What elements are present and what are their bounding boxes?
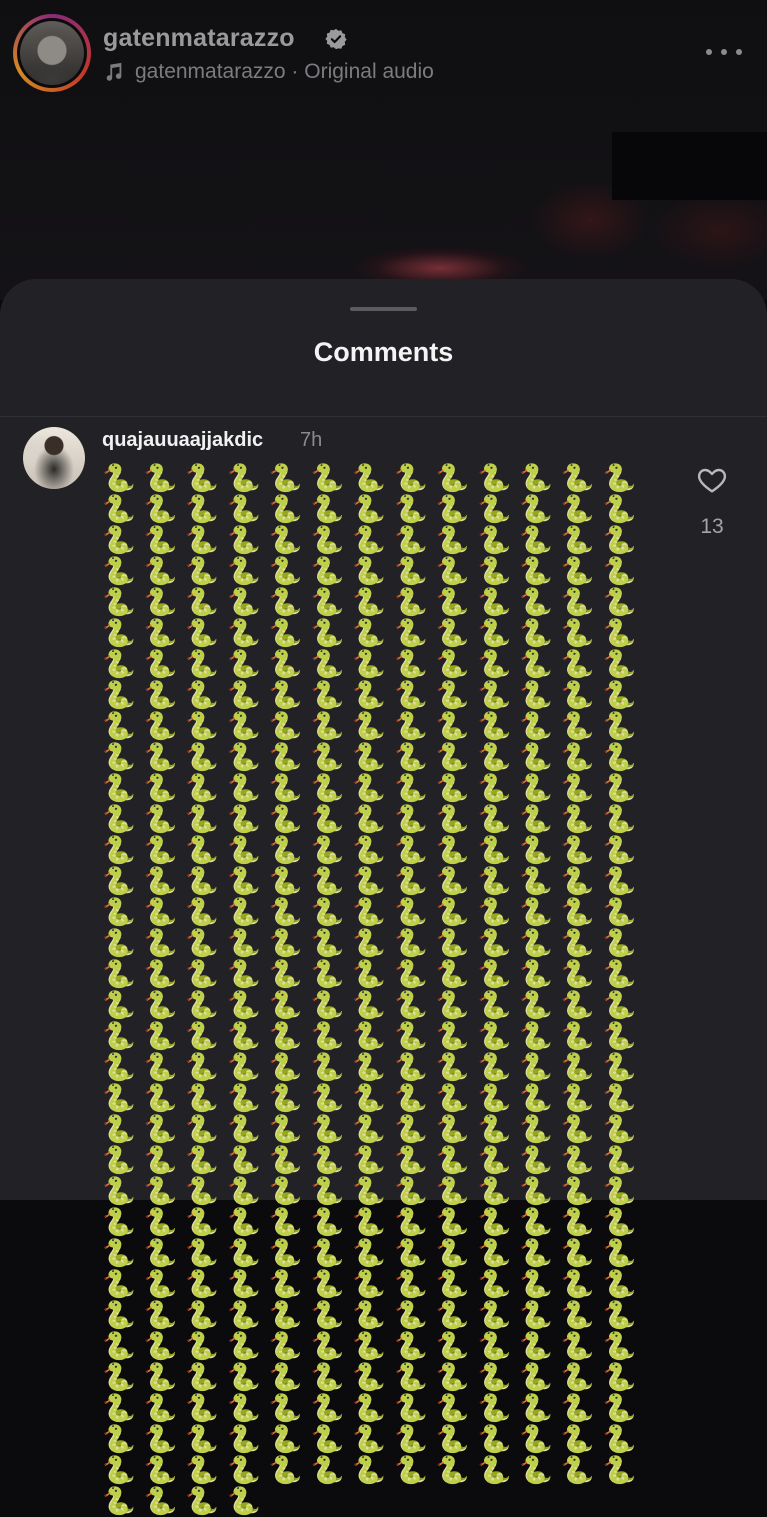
reel-author-avatar[interactable] bbox=[13, 14, 91, 92]
commenter-username[interactable]: quajauuaajjakdic bbox=[102, 429, 263, 452]
verified-badge-icon bbox=[325, 28, 347, 50]
commenter-avatar[interactable] bbox=[23, 427, 85, 489]
sheet-divider bbox=[0, 416, 767, 417]
heart-outline-icon[interactable] bbox=[695, 464, 729, 496]
reel-author-username[interactable]: gatenmatarazzo bbox=[103, 24, 295, 53]
reel-video-shadow bbox=[612, 132, 767, 200]
reel-header: gatenmatarazzo gatenmatarazzo · Original… bbox=[0, 0, 767, 110]
comment-like-count: 13 bbox=[700, 515, 724, 538]
comment-timestamp: 7h bbox=[300, 429, 323, 451]
music-note-icon bbox=[106, 62, 122, 81]
comment-text: 🐍🐍🐍🐍🐍🐍🐍🐍🐍🐍🐍🐍🐍🐍🐍🐍🐍🐍🐍🐍🐍🐍🐍🐍🐍🐍🐍🐍🐍🐍🐍🐍🐍🐍🐍🐍🐍🐍🐍🐍… bbox=[102, 463, 645, 1517]
avatar-image bbox=[20, 21, 84, 85]
reel-audio-link[interactable]: gatenmatarazzo · Original audio bbox=[103, 60, 434, 84]
sheet-drag-handle[interactable] bbox=[350, 307, 417, 311]
comments-sheet: Comments quajauuaajjakdic 7h 🐍🐍🐍🐍🐍🐍🐍🐍🐍🐍🐍… bbox=[0, 279, 767, 1517]
audio-credit-text: gatenmatarazzo · Original audio bbox=[135, 60, 434, 83]
more-options-icon[interactable] bbox=[706, 42, 742, 62]
comments-title: Comments bbox=[313, 337, 454, 367]
